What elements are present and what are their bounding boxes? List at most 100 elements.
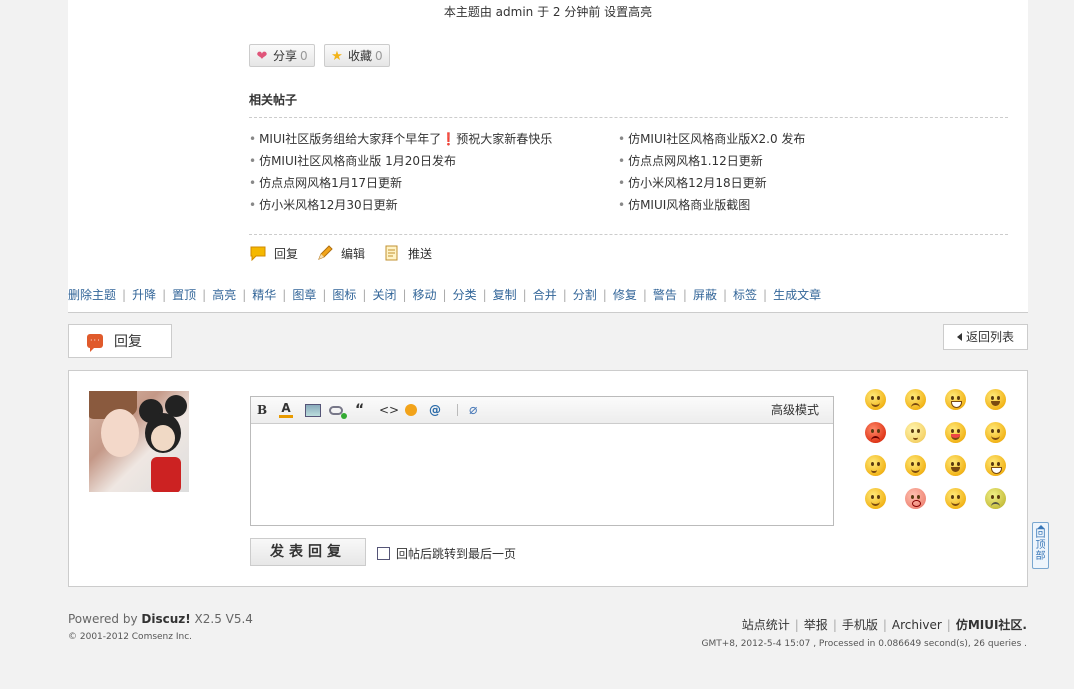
- quote-icon[interactable]: “: [355, 402, 364, 418]
- bold-icon[interactable]: B: [257, 402, 267, 418]
- post-panel: 本主题由 admin 于 2 分钟前 设置高亮 ❤分享0 ★收藏0 相关帖子 M…: [68, 0, 1028, 312]
- jump-last-page-checkbox[interactable]: [377, 547, 390, 560]
- powered-version: X2.5 V5.4: [190, 612, 253, 626]
- smiley-frown-icon[interactable]: [899, 389, 939, 422]
- related-post-link[interactable]: 仿点点网风格1.12日更新: [618, 150, 805, 172]
- mod-highlight[interactable]: 高亮: [212, 288, 236, 302]
- mod-bump[interactable]: 升降: [132, 288, 156, 302]
- post-actions: 回复 编辑 推送: [249, 243, 450, 263]
- powered-prefix: Powered by: [68, 612, 142, 626]
- edit-action-label: 编辑: [341, 246, 366, 261]
- mod-merge[interactable]: 合并: [533, 288, 557, 302]
- smiley-wink-icon[interactable]: [899, 455, 939, 488]
- link-icon[interactable]: [329, 406, 347, 419]
- favorite-button[interactable]: ★ 收藏 0: [324, 44, 390, 67]
- smiley-icon[interactable]: [405, 404, 417, 416]
- mod-category[interactable]: 分类: [453, 288, 477, 302]
- share-label: 分享: [273, 49, 298, 63]
- mod-close[interactable]: 关闭: [372, 288, 396, 302]
- smiley-thinking-icon[interactable]: [859, 455, 899, 488]
- mod-block[interactable]: 屏蔽: [693, 288, 717, 302]
- comment-icon: ···: [87, 334, 103, 352]
- reply-action[interactable]: 回复: [249, 245, 298, 262]
- back-to-top-button[interactable]: 回顶部: [1032, 522, 1049, 569]
- related-post-link[interactable]: 仿MIUI社区风格商业版 1月20日发布: [249, 150, 552, 172]
- push-action[interactable]: 推送: [383, 245, 432, 262]
- jump-last-page-label: 回帖后跳转到最后一页: [396, 547, 517, 561]
- back-to-top-label: 回顶部: [1035, 529, 1046, 562]
- share-button[interactable]: ❤ 分享 0: [249, 44, 315, 67]
- smiley-tongue-icon[interactable]: [939, 422, 979, 455]
- footer-links: 站点统计 | 举报 | 手机版 | Archiver | 仿MIUI社区.: [741, 618, 1027, 632]
- footer-stats-link[interactable]: 站点统计: [742, 618, 790, 632]
- related-post-link[interactable]: 仿点点网风格1月17日更新: [249, 172, 552, 194]
- footer-site-name[interactable]: 仿MIUI社区.: [956, 618, 1027, 632]
- footer-report-link[interactable]: 举报: [804, 618, 828, 632]
- mention-icon[interactable]: @: [429, 402, 441, 418]
- smiley-lol-icon[interactable]: [979, 455, 1019, 488]
- mod-copy[interactable]: 复制: [493, 288, 517, 302]
- smiley-shocked-icon[interactable]: [899, 488, 939, 521]
- advanced-mode-link[interactable]: 高级模式: [771, 402, 819, 418]
- mod-digest[interactable]: 精华: [252, 288, 276, 302]
- editor-toolbar: B A “ <> @ ⌀ 高级模式: [251, 397, 833, 424]
- caret-left-icon: [956, 333, 962, 341]
- mod-generate-article[interactable]: 生成文章: [773, 288, 821, 302]
- mod-delete-thread[interactable]: 删除主题: [68, 288, 116, 302]
- related-post-link[interactable]: 仿MIUI社区风格商业版X2.0 发布: [618, 128, 805, 150]
- divider: [249, 234, 1008, 235]
- submit-reply-button[interactable]: 发表回复: [250, 538, 366, 566]
- related-post-link[interactable]: 仿小米风格12月18日更新: [618, 172, 805, 194]
- mod-tag[interactable]: 标签: [733, 288, 757, 302]
- code-icon[interactable]: <>: [379, 402, 399, 418]
- mod-icon[interactable]: 图标: [332, 288, 356, 302]
- powered-by: Powered by Discuz! X2.5 V5.4: [68, 612, 253, 626]
- footer-mobile-link[interactable]: 手机版: [842, 618, 878, 632]
- mod-stamp[interactable]: 图章: [292, 288, 316, 302]
- smiley-grin-icon[interactable]: [939, 389, 979, 422]
- reply-tab[interactable]: ··· 回复: [68, 324, 172, 358]
- image-icon[interactable]: [305, 404, 321, 417]
- footer-archiver-link[interactable]: Archiver: [892, 618, 942, 632]
- font-color-icon[interactable]: A: [279, 402, 293, 418]
- highlight-note: 本主题由 admin 于 2 分钟前 设置高亮: [443, 5, 653, 19]
- mod-sticky[interactable]: 置顶: [172, 288, 196, 302]
- related-list-left: MIUI社区版务组给大家拜个早年了❗预祝大家新春快乐 仿MIUI社区风格商业版 …: [249, 128, 552, 216]
- mod-repair[interactable]: 修复: [613, 288, 637, 302]
- back-to-list-button[interactable]: 返回列表: [943, 324, 1028, 350]
- favorite-count: 0: [375, 49, 383, 63]
- smiley-puzzled-icon[interactable]: [899, 422, 939, 455]
- smiley-evil-icon[interactable]: [939, 488, 979, 521]
- reply-textarea[interactable]: [251, 423, 833, 525]
- speech-bubble-icon: [250, 246, 266, 261]
- related-posts-title: 相关帖子: [249, 93, 298, 107]
- share-count: 0: [300, 49, 308, 63]
- smiley-angry-icon[interactable]: [859, 422, 899, 455]
- smiley-panel: [859, 389, 1019, 521]
- related-post-link[interactable]: 仿小米风格12月30日更新: [249, 194, 552, 216]
- attachment-icon[interactable]: ⌀: [469, 402, 477, 418]
- moderation-bar: 删除主题 | 升降 | 置顶 | 高亮 | 精华 | 图章 | 图标 | 关闭 | 移动 | 分类 | 复制 | 合并 | 分割…: [68, 288, 822, 302]
- avatar: [89, 391, 189, 492]
- smiley-sob-icon[interactable]: [979, 389, 1019, 422]
- jump-last-page-option[interactable]: 回帖后跳转到最后一页: [377, 545, 516, 562]
- smiley-love-icon[interactable]: [979, 422, 1019, 455]
- footer-timestamp: GMT+8, 2012-5-4 15:07 , Processed in 0.0…: [701, 639, 1027, 649]
- smiley-smile-icon[interactable]: [859, 389, 899, 422]
- related-post-link[interactable]: 仿MIUI风格商业版截图: [618, 194, 805, 216]
- copyright: © 2001-2012 Comsenz Inc.: [68, 632, 193, 642]
- edit-action[interactable]: 编辑: [316, 245, 365, 262]
- mod-warn[interactable]: 警告: [653, 288, 677, 302]
- mod-split[interactable]: 分割: [573, 288, 597, 302]
- toolbar-separator: [457, 404, 458, 416]
- smiley-sick-icon[interactable]: [979, 488, 1019, 521]
- mod-move[interactable]: 移动: [413, 288, 437, 302]
- back-to-list-label: 返回列表: [965, 330, 1014, 344]
- related-post-link[interactable]: MIUI社区版务组给大家拜个早年了❗预祝大家新春快乐: [249, 128, 552, 150]
- smiley-shy-icon[interactable]: [859, 488, 899, 521]
- quick-reply-box: B A “ <> @ ⌀ 高级模式 发表回复 回帖后跳转到最后一页: [68, 370, 1028, 587]
- discuz-link[interactable]: Discuz!: [141, 612, 190, 626]
- push-action-label: 推送: [408, 246, 433, 261]
- smiley-pain-icon[interactable]: [939, 455, 979, 488]
- divider: [249, 117, 1008, 118]
